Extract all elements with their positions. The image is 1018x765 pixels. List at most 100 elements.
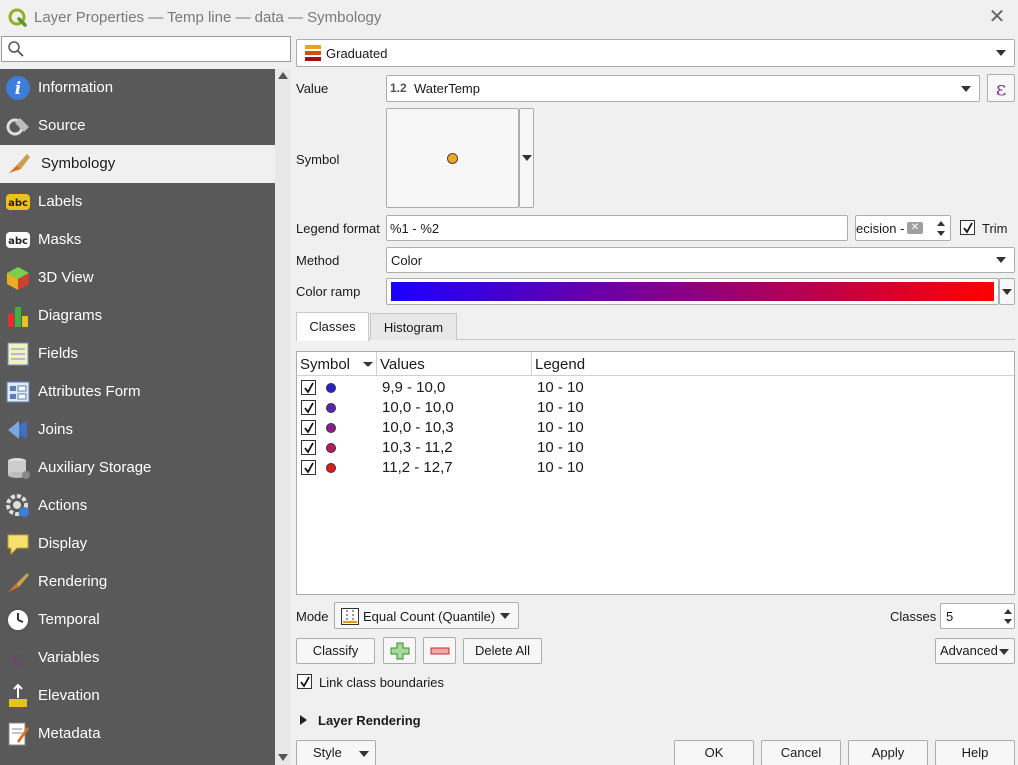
sidebar-item-temporal[interactable]: Temporal <box>0 601 275 639</box>
sidebar-item-metadata[interactable]: Metadata <box>0 715 275 753</box>
sidebar-item-fields[interactable]: Fields <box>0 335 275 373</box>
sidebar-item-masks[interactable]: abc Masks <box>0 221 275 259</box>
sidebar-item-display[interactable]: Display <box>0 525 275 563</box>
chevron-down-icon <box>961 85 971 92</box>
color-ramp-button[interactable] <box>386 278 999 305</box>
style-button[interactable]: Style <box>296 740 376 765</box>
spin-down-icon[interactable] <box>937 231 945 236</box>
renderer-select[interactable]: Graduated <box>296 39 1015 67</box>
window-title: Layer Properties — Temp line — data — Sy… <box>34 9 382 26</box>
search-input[interactable] <box>1 36 291 62</box>
sidebar-item-actions[interactable]: Actions <box>0 487 275 525</box>
precision-spinbox[interactable]: ecision - ✕ <box>855 215 951 241</box>
class-values-cell[interactable]: 10,3 - 11,2 <box>382 439 453 456</box>
sidebar-item-symbology[interactable]: Symbology <box>0 145 275 183</box>
row-checkbox[interactable] <box>301 400 316 415</box>
help-button[interactable]: Help <box>935 740 1015 765</box>
advanced-button[interactable]: Advanced <box>935 638 1015 664</box>
checkmark-icon <box>300 676 310 688</box>
class-legend-cell[interactable]: 10 - 10 <box>537 379 584 396</box>
row-checkbox[interactable] <box>301 440 316 455</box>
table-row[interactable]: 10,0 - 10,0 10 - 10 <box>297 398 1014 418</box>
sidebar-item-information[interactable]: i Information <box>0 69 275 107</box>
color-ramp-menu-button[interactable] <box>999 278 1015 305</box>
class-values-cell[interactable]: 10,0 - 10,3 <box>382 419 454 436</box>
class-values-cell[interactable]: 11,2 - 12,7 <box>382 459 453 476</box>
cancel-button[interactable]: Cancel <box>761 740 841 765</box>
sidebar-item-joins[interactable]: Joins <box>0 411 275 449</box>
ok-button[interactable]: OK <box>674 740 754 765</box>
class-values-cell[interactable]: 9,9 - 10,0 <box>382 379 445 396</box>
table-row[interactable]: 10,0 - 10,3 10 - 10 <box>297 418 1014 438</box>
spin-up-icon[interactable] <box>1004 609 1012 614</box>
apply-button[interactable]: Apply <box>848 740 928 765</box>
add-class-button[interactable] <box>383 637 416 664</box>
class-legend-cell[interactable]: 10 - 10 <box>537 399 584 416</box>
row-checkbox[interactable] <box>301 420 316 435</box>
link-class-boundaries-checkbox[interactable] <box>297 674 312 689</box>
class-symbol-dot[interactable] <box>326 403 336 413</box>
layer-rendering-header[interactable]: Layer Rendering <box>318 713 421 728</box>
column-header-symbol[interactable]: Symbol <box>297 352 377 376</box>
clear-icon[interactable]: ✕ <box>907 222 923 234</box>
expand-arrow-icon[interactable] <box>300 715 307 725</box>
value-field-select[interactable]: 1.2 WaterTemp <box>386 75 980 102</box>
class-symbol-dot[interactable] <box>326 423 336 433</box>
row-checkbox[interactable] <box>301 380 316 395</box>
column-header-values-label: Values <box>380 356 425 373</box>
sidebar-item-elevation[interactable]: Elevation <box>0 677 275 715</box>
class-values-cell[interactable]: 10,0 - 10,0 <box>382 399 454 416</box>
close-icon[interactable]: ✕ <box>986 6 1008 28</box>
delete-all-button[interactable]: Delete All <box>463 638 542 664</box>
method-select[interactable]: Color <box>386 247 1015 273</box>
sidebar-item-rendering[interactable]: Rendering <box>0 563 275 601</box>
sidebar-item-diagrams[interactable]: Diagrams <box>0 297 275 335</box>
mode-select[interactable]: Equal Count (Quantile) <box>334 602 519 629</box>
classify-button[interactable]: Classify <box>296 638 375 664</box>
table-row[interactable]: 11,2 - 12,7 10 - 10 <box>297 458 1014 478</box>
spin-up-icon[interactable] <box>937 221 945 226</box>
sidebar-item-auxiliary-storage[interactable]: Auxiliary Storage <box>0 449 275 487</box>
sidebar-item-variables[interactable]: ε Variables <box>0 639 275 677</box>
delete-class-button[interactable] <box>423 637 456 664</box>
trim-checkbox[interactable] <box>960 220 975 235</box>
svg-text:ε: ε <box>12 647 23 671</box>
search-icon <box>8 41 24 57</box>
sidebar-item-label: Actions <box>38 497 88 514</box>
legend-format-input[interactable]: %1 - %2 <box>386 215 848 241</box>
tab-classes[interactable]: Classes <box>296 312 369 341</box>
checkmark-icon <box>304 382 314 394</box>
expression-button[interactable]: ε <box>987 74 1015 102</box>
sidebar-item-3d-view[interactable]: 3D View <box>0 259 275 297</box>
column-header-legend[interactable]: Legend <box>532 352 1014 376</box>
symbol-menu-button[interactable] <box>519 108 534 208</box>
precision-text: ecision - <box>856 221 905 236</box>
column-header-values[interactable]: Values <box>377 352 532 376</box>
table-row[interactable]: 9,9 - 10,0 10 - 10 <box>297 378 1014 398</box>
classes-count-spinbox[interactable]: 5 <box>940 603 1015 629</box>
class-legend-cell[interactable]: 10 - 10 <box>537 439 584 456</box>
graduated-renderer-icon <box>305 45 321 61</box>
sidebar-item-source[interactable]: Source <box>0 107 275 145</box>
class-legend-cell[interactable]: 10 - 10 <box>537 459 584 476</box>
advanced-button-label: Advanced <box>940 643 998 658</box>
temporal-icon <box>4 606 32 634</box>
row-checkbox[interactable] <box>301 460 316 475</box>
class-symbol-dot[interactable] <box>326 383 336 393</box>
scroll-down-icon[interactable] <box>278 754 288 761</box>
sidebar-item-label: Elevation <box>38 687 100 704</box>
classes-table[interactable]: Symbol Values Legend 9,9 - 10,0 10 - 10 10… <box>296 351 1015 595</box>
symbol-button[interactable] <box>386 108 519 208</box>
class-legend-cell[interactable]: 10 - 10 <box>537 419 584 436</box>
sidebar-item-attributes-form[interactable]: Attributes Form <box>0 373 275 411</box>
sidebar-item-labels[interactable]: abc Labels <box>0 183 275 221</box>
sidebar-scrollbar[interactable] <box>275 69 291 765</box>
class-symbol-dot[interactable] <box>326 463 336 473</box>
class-symbol-dot[interactable] <box>326 443 336 453</box>
scroll-up-icon[interactable] <box>278 72 288 79</box>
tab-histogram[interactable]: Histogram <box>370 313 457 340</box>
table-row[interactable]: 10,3 - 11,2 10 - 10 <box>297 438 1014 458</box>
spin-down-icon[interactable] <box>1004 619 1012 624</box>
sort-indicator-icon <box>363 362 373 367</box>
ok-button-label: OK <box>704 745 724 760</box>
